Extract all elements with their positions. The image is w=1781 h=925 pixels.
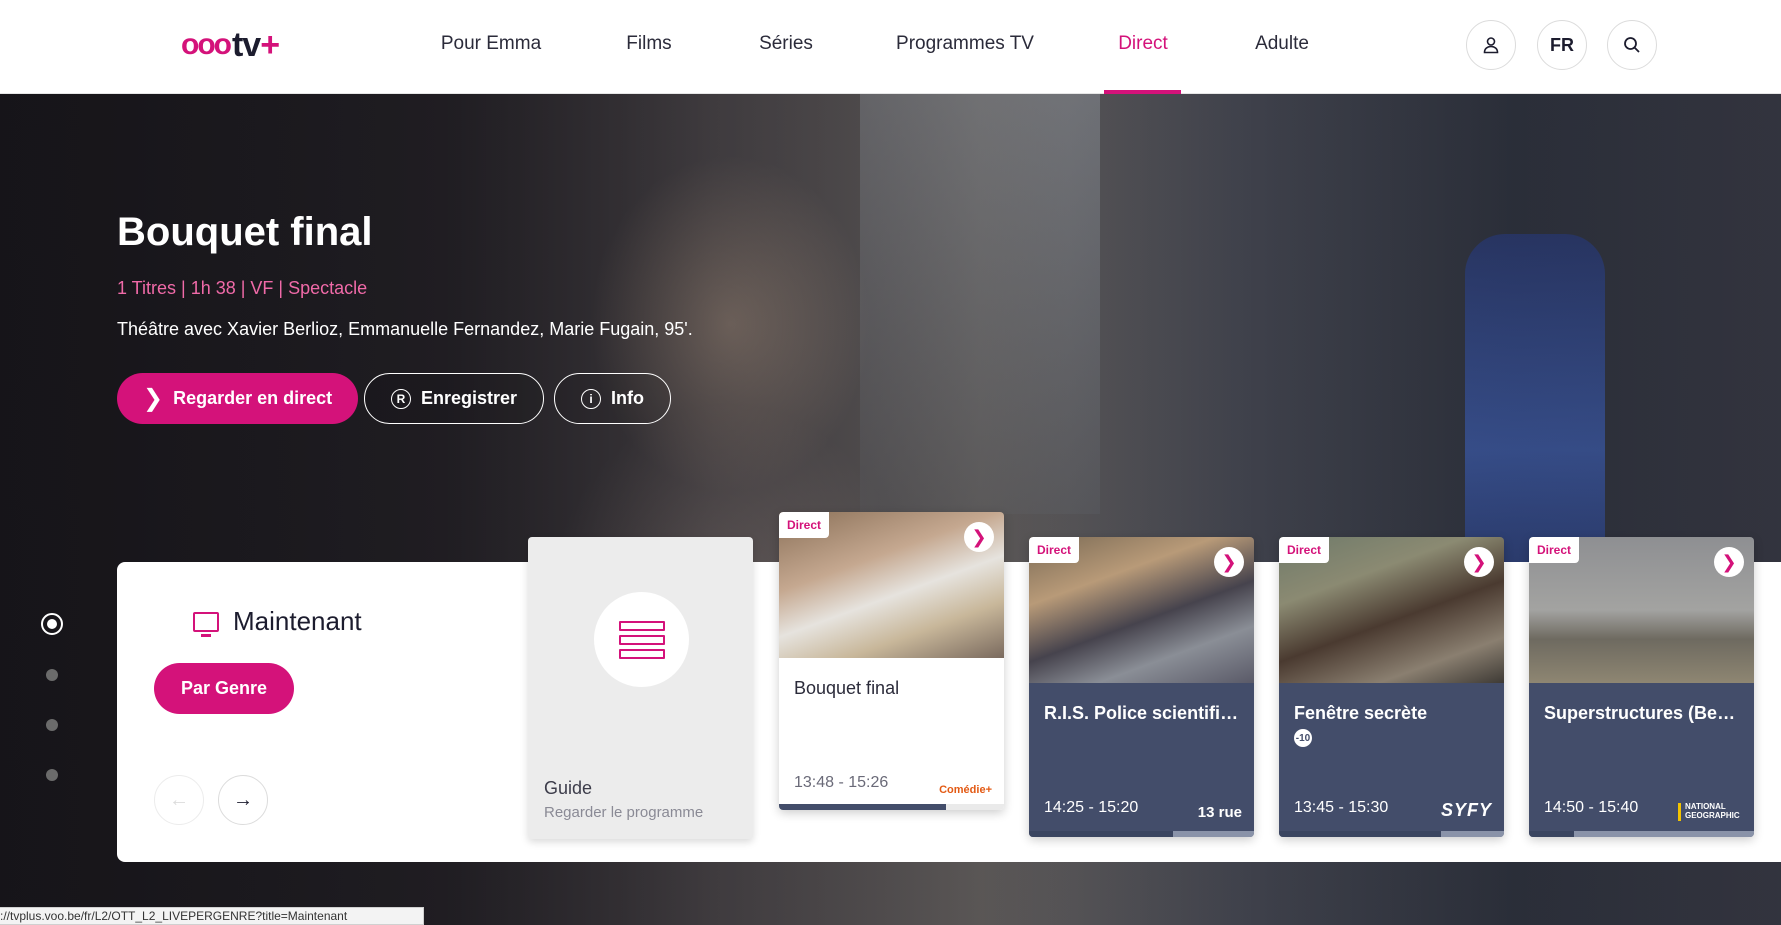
card-body: Superstructures (Belug... 14:50 - 15:40 …	[1529, 683, 1754, 837]
channel-card-fenetre-secrete[interactable]: Direct ❯ Fenêtre secrète -10 13:45 - 15:…	[1279, 537, 1504, 837]
top-header: ooo tv + Pour Emma Films Séries Programm…	[0, 0, 1781, 94]
nav-series[interactable]: Séries	[759, 0, 813, 94]
progress-bar	[1279, 831, 1504, 837]
age-rating-badge: -10	[1294, 729, 1312, 747]
card-title: R.I.S. Police scientifiqu...	[1044, 703, 1239, 723]
channel-logo-syfy: SYFY	[1440, 800, 1492, 820]
logo-plus: +	[260, 25, 281, 64]
browser-status-url: ://tvplus.voo.be/fr/L2/OTT_L2_LIVEPERGEN…	[0, 907, 424, 925]
voo-tv-plus-logo[interactable]: ooo tv +	[181, 25, 281, 64]
guide-title: Guide	[544, 778, 593, 798]
guide-icon	[594, 592, 689, 687]
guide-card[interactable]: Guide Regarder le programme	[528, 537, 753, 839]
card-time: 14:25 - 15:20	[1044, 799, 1139, 816]
card-time: 14:50 - 15:40	[1544, 799, 1639, 816]
nav-adulte[interactable]: Adulte	[1255, 0, 1309, 94]
card-title: Fenêtre secrète	[1294, 703, 1428, 723]
hero-description: Théâtre avec Xavier Berlioz, Emmanuelle …	[117, 319, 693, 339]
channel-card-superstructures[interactable]: Direct ❯ Superstructures (Belug... 14:50…	[1529, 537, 1754, 837]
channel-logo-national-geographic: NATIONAL GEOGRAPHIC	[1678, 803, 1742, 821]
record-label: Enregistrer	[421, 388, 518, 408]
nav-films[interactable]: Films	[626, 0, 671, 94]
live-tag: Direct	[1279, 537, 1330, 563]
watch-live-label: Regarder en direct	[173, 388, 333, 408]
nav-programmes-tv[interactable]: Programmes TV	[896, 0, 1034, 94]
hero-title: Bouquet final	[117, 210, 373, 254]
record-button[interactable]: R Enregistrer	[364, 373, 545, 424]
hero-meta: 1 Titres | 1h 38 | VF | Spectacle	[117, 278, 368, 298]
card-body: Fenêtre secrète -10 13:45 - 15:30 SYFY	[1279, 683, 1504, 837]
logo-tv: tv	[231, 25, 261, 64]
progress-bar	[779, 804, 1004, 810]
nav-pour-emma[interactable]: Pour Emma	[441, 0, 541, 94]
live-tag: Direct	[1029, 537, 1080, 563]
play-icon[interactable]: ❯	[1214, 547, 1244, 577]
play-chevron-icon: ❯	[143, 384, 164, 412]
card-time: 13:48 - 15:26	[794, 774, 889, 791]
now-title-text: Maintenant	[233, 606, 362, 636]
tv-icon	[193, 611, 219, 637]
carousel-dot-3[interactable]	[46, 719, 58, 731]
search-button[interactable]	[1607, 20, 1657, 70]
logo-voo: ooo	[181, 28, 232, 61]
card-body: Bouquet final 13:48 - 15:26 Comédie+	[779, 658, 1004, 810]
card-title: Bouquet final	[794, 678, 900, 698]
card-time: 13:45 - 15:30	[1294, 799, 1389, 816]
card-title: Superstructures (Belug...	[1544, 703, 1739, 723]
nav-direct[interactable]: Direct	[1118, 0, 1168, 94]
info-button[interactable]: i Info	[554, 373, 671, 424]
language-label: FR	[1550, 34, 1574, 55]
watch-live-button[interactable]: ❯ Regarder en direct	[117, 373, 359, 424]
search-icon	[1624, 37, 1640, 53]
carousel-dot-2[interactable]	[46, 669, 58, 681]
language-button[interactable]: FR	[1537, 20, 1587, 70]
play-icon[interactable]: ❯	[1464, 547, 1494, 577]
arrow-right-icon: →	[233, 788, 253, 811]
carousel-dot-1[interactable]	[41, 613, 63, 635]
info-icon: i	[581, 388, 601, 409]
record-icon: R	[391, 388, 411, 409]
user-icon	[1483, 37, 1499, 54]
play-icon[interactable]: ❯	[964, 522, 994, 552]
account-button[interactable]	[1466, 20, 1516, 70]
carousel-dot-4[interactable]	[46, 769, 58, 781]
guide-subtitle: Regarder le programme	[544, 804, 704, 821]
channel-logo-comedie-plus: Comédie+	[939, 784, 992, 796]
info-label: Info	[611, 388, 644, 408]
channel-card-ris[interactable]: Direct ❯ R.I.S. Police scientifiqu... 14…	[1029, 537, 1254, 837]
channel-card-bouquet-final[interactable]: Direct ❯ Bouquet final 13:48 - 15:26 Com…	[779, 512, 1004, 810]
carousel-prev-button[interactable]: ←	[154, 775, 204, 825]
now-section-title: Maintenant	[193, 606, 362, 637]
par-genre-button[interactable]: Par Genre	[154, 663, 295, 714]
progress-bar	[1529, 831, 1754, 837]
card-body: R.I.S. Police scientifiqu... 14:25 - 15:…	[1029, 683, 1254, 837]
progress-bar	[1029, 831, 1254, 837]
carousel-next-button[interactable]: →	[218, 775, 268, 825]
arrow-left-icon: ←	[169, 788, 189, 811]
play-icon[interactable]: ❯	[1714, 547, 1744, 577]
live-tag: Direct	[1529, 537, 1580, 563]
channel-logo-13-rue: 13 rue	[1197, 804, 1242, 821]
live-tag: Direct	[779, 512, 830, 538]
